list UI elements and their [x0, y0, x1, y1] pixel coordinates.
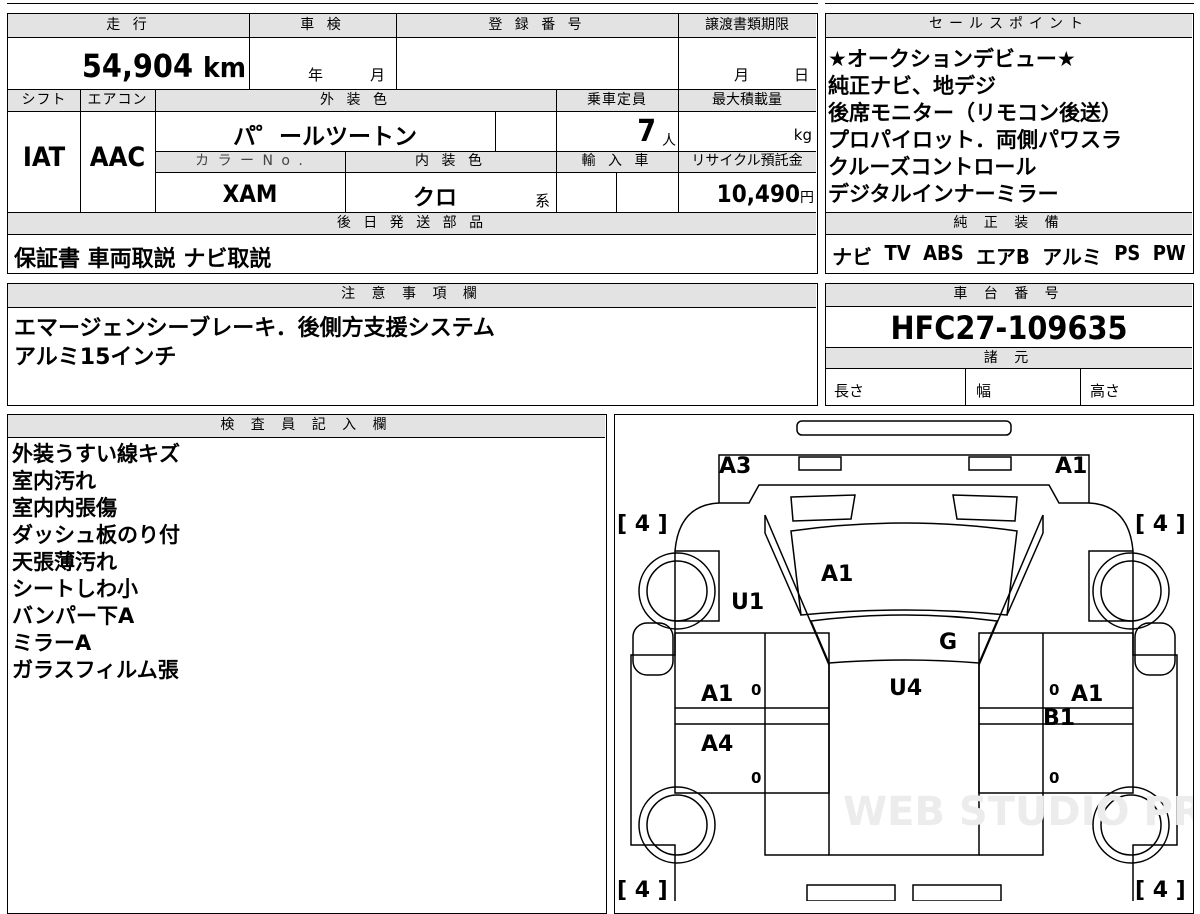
mark-text: G: [939, 630, 957, 655]
inspector-item: 室内内張傷: [12, 496, 117, 520]
tire-text: [ 4 ]: [617, 512, 668, 537]
mileage-value: 54,904 km: [81, 47, 246, 85]
registration-label: 登 録 番 号: [488, 17, 586, 33]
equipment-item: エアB: [976, 245, 1030, 269]
equipment-list: ナビ TV ABS エアB アルミ PS PW: [826, 241, 1192, 270]
mark-text: A1: [701, 682, 733, 707]
equipment-header: 純 正 装 備: [826, 212, 1192, 235]
mark-text: B1: [1043, 706, 1075, 731]
transfer-month: 月: [734, 66, 750, 84]
tire-text: [ 4 ]: [1135, 878, 1186, 901]
car-diagram: A3 A1 A1 U1 G A1 U4 A1 B1 A4 0 0 0 0 [ 4…: [617, 420, 1193, 901]
later-parts-label: 後 日 発 送 部 品: [336, 215, 488, 231]
zero-text: 0: [1049, 681, 1059, 699]
zero-text: 0: [751, 681, 761, 699]
import-label: 輸 入 車: [581, 153, 653, 169]
exterior-color-label: 外 装 色: [320, 92, 391, 108]
ac-value: AAC: [89, 142, 146, 173]
note-line: アルミ15インチ: [14, 345, 177, 370]
inspector-item: シートしわ小: [12, 577, 138, 601]
color-no-label: カ ラ ー N o .: [195, 153, 305, 169]
chassis-number: HFC27-109635: [890, 309, 1128, 347]
chassis-box: 車 台 番 号 HFC27-109635 諸 元 長さ 幅 高さ: [825, 283, 1194, 406]
shift-label: シフト: [21, 92, 67, 108]
mark-text: A1: [1055, 454, 1087, 479]
equipment-item: ナビ: [832, 245, 873, 269]
color-no-value: XAM: [222, 180, 278, 208]
later-parts-value: 保証書 車両取説 ナビ取説: [14, 247, 272, 272]
inspector-item: 外装うすい線キズ: [12, 442, 180, 466]
mark-text: A1: [1071, 682, 1103, 707]
sales-point-item: クルーズコントロール: [828, 155, 1037, 179]
transfer-deadline-label: 譲渡書類期限: [705, 17, 789, 33]
height-label: 高さ: [1090, 382, 1121, 400]
sales-point-box: セールスポイント ★オークションデビュー★ 純正ナビ、地デジ 後席モニター（リモ…: [825, 13, 1194, 274]
inspection-label: 車 検: [300, 17, 345, 33]
equipment-item: PS: [1114, 241, 1141, 265]
sales-point-item: 純正ナビ、地デジ: [828, 74, 996, 98]
mark-text: U1: [731, 590, 764, 615]
mark-text: A1: [821, 562, 853, 587]
tire-text: [ 4 ]: [617, 878, 668, 901]
inspection-month: 月: [370, 66, 386, 84]
recycle-value: 10,490円: [716, 180, 814, 208]
mark-text: A3: [719, 454, 751, 479]
inspector-header: 検 査 員 記 入 欄: [8, 415, 605, 438]
note-line: エマージェンシーブレーキ．後側方支援システム: [14, 316, 495, 341]
mark-text: A4: [701, 732, 733, 757]
inspector-item: 天張薄汚れ: [12, 550, 117, 574]
sales-point-list: ★オークションデビュー★ 純正ナビ、地デジ 後席モニター（リモコン後送） プロパ…: [828, 46, 1122, 208]
top-edge-line: [7, 3, 818, 4]
interior-color-value: クロ: [412, 186, 457, 211]
sales-point-item: 後席モニター（リモコン後送）: [828, 101, 1122, 125]
interior-suffix: 系: [535, 192, 551, 210]
max-load-unit: kg: [793, 126, 812, 144]
mileage-label: 走 行: [106, 17, 151, 33]
tire-text: [ 4 ]: [1135, 512, 1186, 537]
sales-point-header: セールスポイント: [826, 14, 1192, 38]
notes-list: エマージェンシーブレーキ．後側方支援システム アルミ15インチ: [14, 314, 495, 372]
mark-text: U4: [889, 676, 922, 701]
inspector-item: 室内汚れ: [12, 469, 96, 493]
inspector-item: ダッシュ板のり付: [12, 523, 180, 547]
equipment-item: PW: [1152, 241, 1186, 265]
width-label: 幅: [976, 382, 992, 400]
exterior-color-value: パ゜ールツートン: [233, 124, 417, 150]
recycle-label: リサイクル預託金: [691, 153, 803, 169]
vehicle-info-table: 走 行 車 検 登 録 番 号 譲渡書類期限 54,904 km 年 月 月 日…: [7, 13, 818, 274]
inspection-year: 年: [308, 66, 324, 84]
sales-point-item: ★オークションデビュー★: [828, 47, 1076, 71]
notes-box: 注 意 事 項 欄 エマージェンシーブレーキ．後側方支援システム アルミ15イン…: [7, 283, 818, 406]
notes-header: 注 意 事 項 欄: [8, 284, 816, 308]
length-label: 長さ: [834, 382, 865, 400]
top-edge-line-right: [825, 3, 1194, 4]
max-load-label: 最大積載量: [712, 92, 782, 108]
ac-label: エアコン: [87, 92, 148, 108]
zero-text: 0: [1049, 769, 1059, 787]
equipment-item: アルミ: [1042, 245, 1102, 269]
equipment-item: TV: [884, 241, 911, 265]
capacity-unit: 人: [662, 133, 676, 149]
inspector-box: 検 査 員 記 入 欄 外装うすい線キズ 室内汚れ 室内内張傷 ダッシュ板のり付…: [7, 414, 607, 914]
inspector-item: バンパー下A: [12, 604, 135, 628]
watermark: WEB STUDIO PRO: [843, 789, 1193, 835]
zero-text: 0: [751, 769, 761, 787]
car-diagram-box: A3 A1 A1 U1 G A1 U4 A1 B1 A4 0 0 0 0 [ 4…: [614, 414, 1194, 914]
sales-point-item: プロパイロット．両側パワスラ: [828, 128, 1122, 152]
spec-header: 諸 元: [826, 347, 1192, 369]
equipment-item: ABS: [923, 241, 964, 265]
inspector-item: ガラスフィルム張: [12, 658, 179, 682]
chassis-header: 車 台 番 号: [826, 284, 1192, 307]
interior-color-label: 内 装 色: [415, 153, 486, 169]
shift-value: IAT: [22, 142, 66, 173]
inspector-item: ミラーA: [12, 631, 92, 655]
capacity-value: 7: [637, 114, 656, 149]
capacity-label: 乗車定員: [587, 92, 647, 108]
transfer-day: 日: [794, 66, 810, 84]
inspector-list: 外装うすい線キズ 室内汚れ 室内内張傷 ダッシュ板のり付 天張薄汚れ シートしわ…: [12, 441, 180, 684]
sales-point-item: デジタルインナーミラー: [828, 182, 1059, 206]
